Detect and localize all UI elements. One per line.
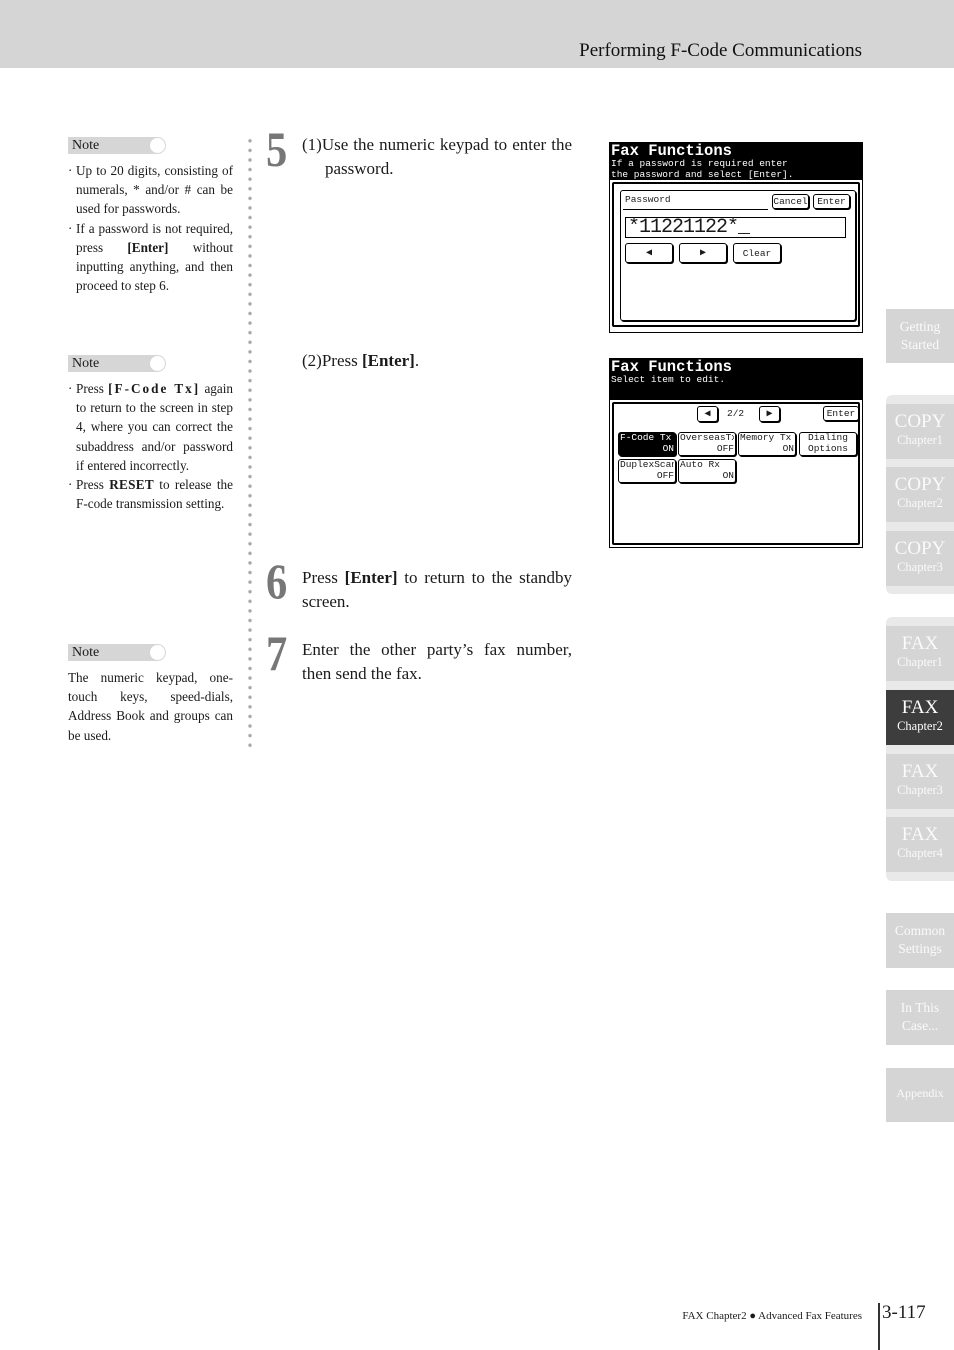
tab-getting-started[interactable]: Getting Started — [886, 309, 954, 363]
cursor-right-button[interactable]: ▶ — [679, 243, 727, 263]
lcd-body: Password Cancel Enter *11221122*_ ◀ ▶ Cl… — [612, 182, 860, 327]
dotted-divider — [247, 136, 253, 748]
tab-copy-chapter3[interactable]: COPY Chapter3 — [886, 531, 954, 586]
lcd-title: Fax Functions — [611, 358, 732, 376]
note-text: The numeric keypad, one-touch keys, spee… — [68, 670, 233, 743]
step-7-text: Enter the other party’s fax number, then… — [302, 640, 572, 683]
page-number: 3-117 — [882, 1302, 926, 1323]
note-item: Up to 20 digits, consisting of numerals,… — [68, 161, 233, 219]
note-fcode-correction: Note Press [F-Code Tx] again to return t… — [68, 355, 233, 513]
note-dial-methods: Note The numeric keypad, one-touch keys,… — [68, 644, 233, 745]
auto-rx-button[interactable]: Auto Rx ON — [678, 459, 736, 483]
tab-in-this-case[interactable]: In This Case... — [886, 990, 954, 1045]
bullet-icon: ● — [749, 1310, 756, 1322]
page-title: Performing F-Code Communications — [579, 40, 862, 61]
lcd-header: Fax Functions Select item to edit. — [610, 359, 862, 400]
password-dialog: Password Cancel Enter *11221122*_ ◀ ▶ Cl… — [620, 190, 856, 321]
lcd-subtitle: If a password is required enter — [611, 158, 788, 169]
lcd-title: Fax Functions — [611, 142, 732, 160]
tab-copy-chapter2[interactable]: COPY Chapter2 — [886, 467, 954, 522]
tab-fax-chapter3[interactable]: FAX Chapter3 — [886, 754, 954, 809]
password-label: Password — [625, 194, 671, 205]
lcd-screen-password: Fax Functions If a password is required … — [609, 142, 863, 333]
tab-fax-chapter1[interactable]: FAX Chapter1 — [886, 626, 954, 681]
note-label: Note — [68, 355, 166, 372]
note-circle-icon — [150, 356, 165, 371]
tab-fax-chapter2[interactable]: FAX Chapter2 — [886, 690, 954, 745]
memory-tx-button[interactable]: Memory Tx ON — [738, 432, 796, 456]
lcd-header: Fax Functions If a password is required … — [610, 143, 862, 180]
dialing-options-button[interactable]: Dialing Options — [799, 432, 857, 456]
f-code-tx-button[interactable]: F-Code Tx ON — [618, 432, 676, 456]
note-password-rules: Note Up to 20 digits, consisting of nume… — [68, 137, 233, 295]
password-input[interactable]: *11221122*_ — [625, 217, 846, 238]
footer-section: FAX Chapter2 ● Advanced Fax Features — [682, 1310, 862, 1322]
step-number: 5 — [266, 121, 288, 177]
step-number: 7 — [266, 625, 288, 681]
step-5-sub1: (1)Use the numeric keypad to enter the p… — [302, 135, 572, 178]
duplex-scan-button[interactable]: DuplexScan OFF — [618, 459, 676, 483]
lcd-subtitle: Select item to edit. — [611, 374, 726, 385]
divider — [623, 209, 768, 210]
step-number: 6 — [266, 553, 288, 609]
tab-appendix[interactable]: Appendix — [886, 1068, 954, 1122]
tab-copy-chapter1[interactable]: COPY Chapter1 — [886, 404, 954, 459]
page-indicator: 2/2 — [727, 408, 745, 419]
tab-common-settings[interactable]: Common Settings — [886, 913, 954, 968]
note-circle-icon — [150, 645, 165, 660]
enter-button[interactable]: Enter — [813, 194, 850, 209]
step-5-sub2: (2)Press [Enter]. — [302, 351, 420, 370]
lcd-subtitle: the password and select [Enter]. — [611, 168, 794, 180]
cursor-left-button[interactable]: ◀ — [625, 243, 673, 263]
note-item: If a password is not required, press [En… — [68, 219, 233, 296]
lcd-body: ◀ 2/2 ▶ Enter F-Code Tx ON OverseasTx OFF … — [612, 402, 860, 545]
footer-divider — [878, 1303, 880, 1350]
note-circle-icon — [150, 138, 165, 153]
note-item: Press [F-Code Tx] again to return to the… — [68, 379, 233, 475]
cancel-button[interactable]: Cancel — [772, 194, 809, 209]
clear-button[interactable]: Clear — [733, 243, 781, 263]
note-label: Note — [68, 137, 166, 154]
overseas-tx-button[interactable]: OverseasTx OFF — [678, 432, 736, 456]
note-item: Press RESET to release the F-code transm… — [68, 475, 233, 513]
enter-button[interactable]: Enter — [823, 406, 859, 421]
lcd-screen-fax-functions: Fax Functions Select item to edit. ◀ 2/2… — [609, 358, 863, 548]
tab-fax-chapter4[interactable]: FAX Chapter4 — [886, 817, 954, 872]
page-next-button[interactable]: ▶ — [759, 406, 780, 422]
page-prev-button[interactable]: ◀ — [697, 406, 718, 422]
step-6-text: Press [Enter] to return to the standby s… — [302, 568, 572, 611]
note-label: Note — [68, 644, 166, 661]
